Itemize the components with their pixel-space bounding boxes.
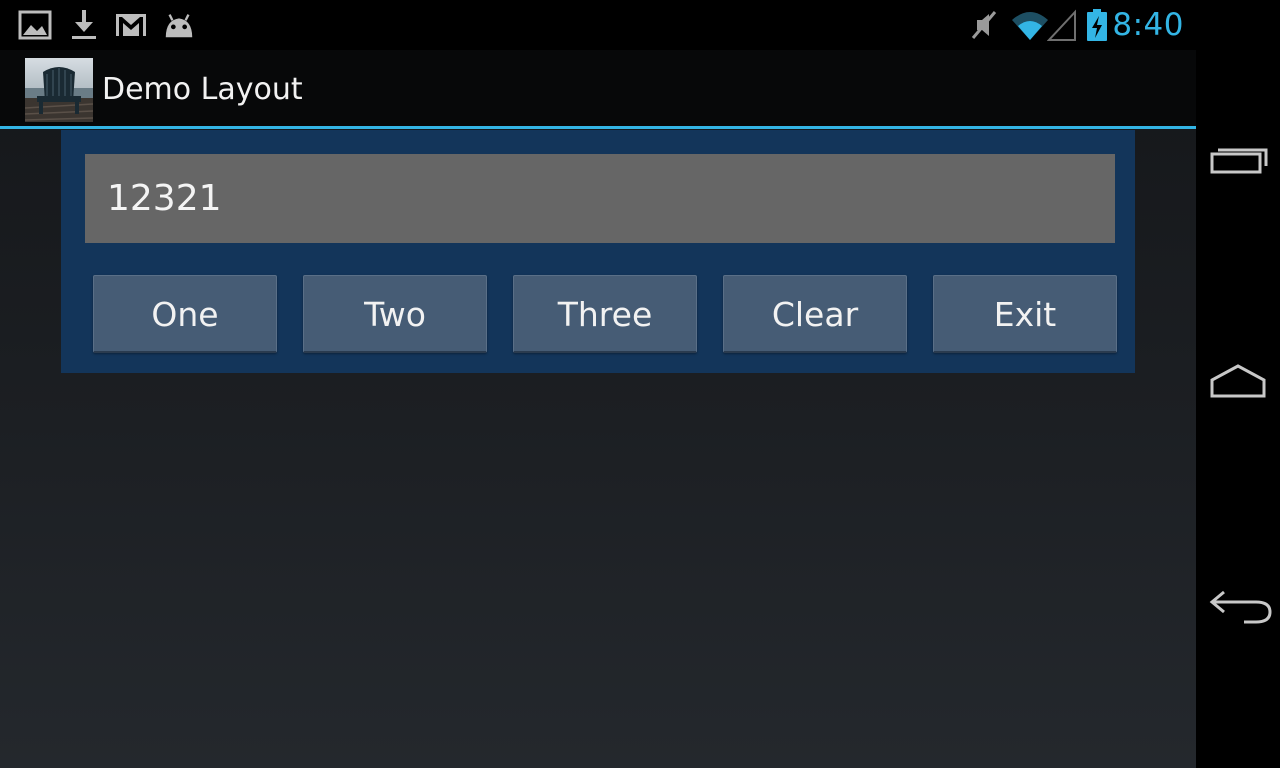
signal-icon <box>1047 9 1076 41</box>
recent-apps-icon[interactable] <box>1204 132 1272 192</box>
clear-button[interactable]: Clear <box>723 275 907 353</box>
gmail-icon <box>116 14 146 36</box>
mute-icon <box>971 11 997 39</box>
back-icon[interactable] <box>1204 576 1272 636</box>
calculator-panel: One Two Three Clear Exit <box>61 130 1135 373</box>
app-title: Demo Layout <box>102 72 303 107</box>
exit-button[interactable]: Exit <box>933 275 1117 353</box>
wifi-icon <box>1012 12 1048 40</box>
battery-charging-icon <box>1087 9 1107 41</box>
download-icon <box>72 10 96 39</box>
android-icon <box>165 14 193 38</box>
three-button[interactable]: Three <box>513 275 697 353</box>
one-button[interactable]: One <box>93 275 277 353</box>
action-bar: Demo Layout <box>0 50 1196 129</box>
display-field[interactable] <box>85 154 1115 243</box>
home-icon[interactable] <box>1204 352 1272 412</box>
chair-photo-icon[interactable] <box>25 58 93 122</box>
gallery-icon <box>18 10 52 40</box>
status-clock: 8:40 <box>1112 7 1184 43</box>
two-button[interactable]: Two <box>303 275 487 353</box>
navigation-bar <box>1196 0 1280 768</box>
status-bar: 8:40 <box>0 0 1196 50</box>
app-screen: 8:40 Demo Layout One Two Three <box>0 0 1196 768</box>
